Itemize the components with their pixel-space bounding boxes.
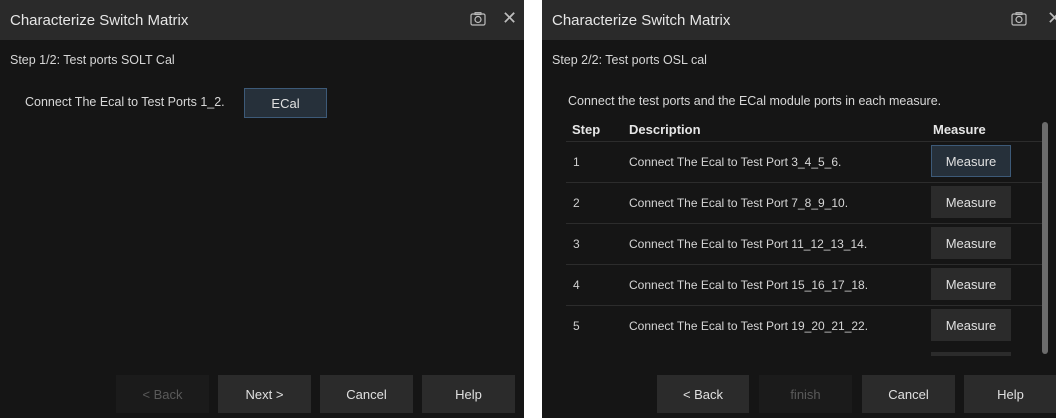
cancel-button[interactable]: Cancel (862, 375, 955, 413)
measure-button[interactable]: Measure (931, 268, 1011, 300)
help-button[interactable]: Help (422, 375, 515, 413)
camera-icon[interactable] (470, 12, 486, 26)
close-icon[interactable]: ✕ (502, 9, 517, 29)
table-row: 1 Connect The Ecal to Test Port 3_4_5_6.… (566, 141, 1046, 182)
cancel-button[interactable]: Cancel (320, 375, 413, 413)
table-row: 4 Connect The Ecal to Test Port 15_16_17… (566, 264, 1046, 305)
step-number: 4 (573, 278, 580, 292)
measure-button[interactable]: Measure (931, 145, 1011, 177)
title-bar: Characterize Switch Matrix ✕ (0, 0, 524, 40)
table-row: 5 Connect The Ecal to Test Port 19_20_21… (566, 305, 1046, 346)
instruction-text: Connect The Ecal to Test Ports 1_2. (25, 95, 225, 109)
measure-button[interactable]: Measure (931, 227, 1011, 259)
table-row: 2 Connect The Ecal to Test Port 7_8_9_10… (566, 182, 1046, 223)
dialog-title: Characterize Switch Matrix (552, 12, 731, 29)
measure-button[interactable]: Measure (931, 186, 1011, 218)
back-button[interactable]: < Back (657, 375, 749, 413)
scrollbar-thumb[interactable] (1042, 122, 1048, 354)
step-number: 5 (573, 319, 580, 333)
finish-button[interactable]: finish (759, 375, 852, 413)
column-header-description: Description (629, 122, 701, 137)
characterize-switch-matrix-dialog-step2: Characterize Switch Matrix ✕ Step 2/2: T… (542, 0, 1056, 418)
table-header: Step Description Measure (542, 122, 1056, 140)
instruction-text: Connect the test ports and the ECal modu… (568, 94, 942, 108)
next-button[interactable]: Next > (218, 375, 311, 413)
measure-button[interactable]: Measure (931, 309, 1011, 341)
characterize-switch-matrix-dialog-step1: Characterize Switch Matrix ✕ Step 1/2: T… (0, 0, 524, 418)
help-button[interactable]: Help (964, 375, 1056, 413)
step-description: Connect The Ecal to Test Port 3_4_5_6. (629, 155, 842, 169)
camera-icon[interactable] (1011, 12, 1027, 26)
step-heading: Step 1/2: Test ports SOLT Cal (10, 53, 175, 67)
step-number: 2 (573, 196, 580, 210)
column-header-step: Step (572, 122, 601, 137)
step-number: 1 (573, 155, 580, 169)
close-icon[interactable]: ✕ (1047, 9, 1056, 29)
step-description: Connect The Ecal to Test Port 15_16_17_1… (629, 278, 869, 292)
step-description: Connect The Ecal to Test Port 19_20_21_2… (629, 319, 869, 333)
title-bar: Characterize Switch Matrix ✕ (542, 0, 1056, 40)
step-number: 3 (573, 237, 580, 251)
column-header-measure: Measure (933, 122, 986, 137)
dialog-title: Characterize Switch Matrix (10, 12, 189, 29)
back-button[interactable]: < Back (116, 375, 209, 413)
step-description: Connect The Ecal to Test Port 7_8_9_10. (629, 196, 849, 210)
table-row: 3 Connect The Ecal to Test Port 11_12_13… (566, 223, 1046, 264)
step-description: Connect The Ecal to Test Port 11_12_13_1… (629, 237, 868, 251)
step-heading: Step 2/2: Test ports OSL cal (552, 53, 707, 67)
partial-measure-button (931, 352, 1011, 356)
ecal-button[interactable]: ECal (244, 88, 327, 118)
